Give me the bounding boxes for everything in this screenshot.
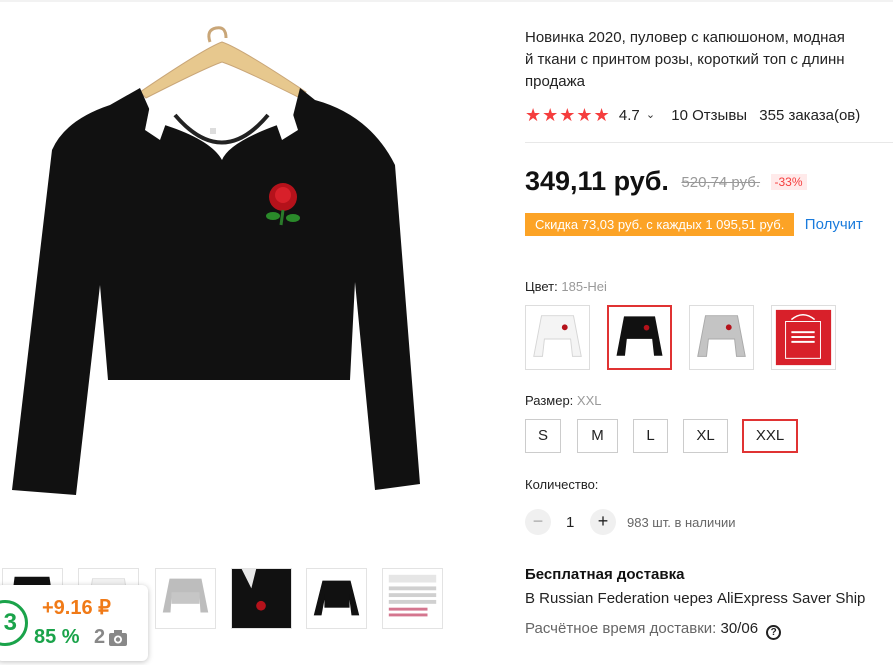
product-title-line-1: Новинка 2020, пуловер с капюшоном, модна… (525, 29, 845, 46)
color-swatch-white[interactable] (525, 305, 590, 370)
coupon-row: Скидка 73,03 руб. с каждых 1 095,51 руб.… (525, 213, 863, 236)
level-badge: 3 (0, 600, 28, 646)
thumbnail-3[interactable] (155, 568, 216, 629)
size-option-s[interactable]: S (525, 419, 561, 453)
rating-row: ★★★★★ 4.7 ⌄ 10 Отзывы 355 заказа(ов) (525, 105, 893, 127)
quantity-value[interactable]: 1 (566, 514, 574, 531)
color-label: Цвет: 185-Hei (525, 279, 607, 294)
top-divider (0, 0, 893, 2)
size-option-xl[interactable]: XL (683, 419, 728, 453)
cashback-overlay-widget[interactable]: 3 +9.16 ₽ 85 % 2 (0, 585, 148, 661)
color-swatch-red-bag[interactable] (771, 305, 836, 370)
delivery-time-value: 30/06 (720, 620, 759, 637)
color-value: 185-Hei (561, 279, 607, 294)
get-coupon-link[interactable]: Получит (805, 216, 863, 233)
section-divider (525, 142, 893, 143)
quantity-increase-button[interactable]: + (590, 509, 616, 535)
delivery-time-label: Расчётное время доставки: (525, 620, 717, 637)
cashback-amount: +9.16 ₽ (42, 597, 111, 619)
product-title: Новинка 2020, пуловер с капюшоном, модна… (525, 27, 893, 93)
size-label: Размер: XXL (525, 393, 602, 408)
quantity-label: Количество: (525, 477, 599, 492)
old-price: 520,74 руб. (681, 174, 761, 191)
camera-icon (109, 630, 127, 646)
color-label-text: Цвет: (525, 279, 558, 294)
discount-badge: -33% (770, 174, 807, 190)
delivery-time: Расчётное время доставки: 30/06 ? (525, 620, 782, 640)
current-price: 349,11 руб. (525, 166, 669, 196)
star-icon: ★★★★★ (525, 105, 611, 125)
product-title-line-2: й ткани с принтом розы, короткий топ с д… (525, 51, 845, 68)
thumbnail-4[interactable] (231, 568, 292, 629)
reviews-link[interactable]: 10 Отзывы (671, 107, 747, 124)
quantity-decrease-button[interactable]: − (525, 509, 551, 535)
shipping-title: Бесплатная доставка (525, 566, 685, 583)
thumbnail-5[interactable] (306, 568, 367, 629)
price-row: 349,11 руб. 520,74 руб. -33% (525, 166, 807, 197)
color-swatch-black[interactable] (607, 305, 672, 370)
stock-count: 983 шт. в наличии (627, 515, 736, 530)
photo-count: 2 (94, 626, 106, 648)
coupon-banner: Скидка 73,03 руб. с каждых 1 095,51 руб. (525, 213, 795, 236)
size-option-l[interactable]: L (633, 419, 668, 453)
chevron-down-icon[interactable]: ⌄ (646, 108, 655, 121)
size-value: XXL (576, 393, 602, 408)
shipping-method[interactable]: В Russian Federation через AliExpress Sa… (525, 590, 893, 607)
size-option-m[interactable]: M (577, 419, 618, 453)
help-icon[interactable]: ? (766, 625, 782, 640)
rating-value[interactable]: 4.7 (619, 107, 640, 124)
seller-rating-percent: 85 % (34, 626, 80, 648)
thumbnail-6-size-chart[interactable] (382, 568, 443, 629)
color-swatch-gray[interactable] (689, 305, 754, 370)
main-product-image[interactable] (0, 20, 430, 540)
size-label-text: Размер: (525, 393, 574, 408)
product-title-line-3: продажа (525, 73, 585, 90)
size-option-xxl[interactable]: XXL (742, 419, 798, 453)
orders-count: 355 заказа(ов) (759, 107, 861, 124)
